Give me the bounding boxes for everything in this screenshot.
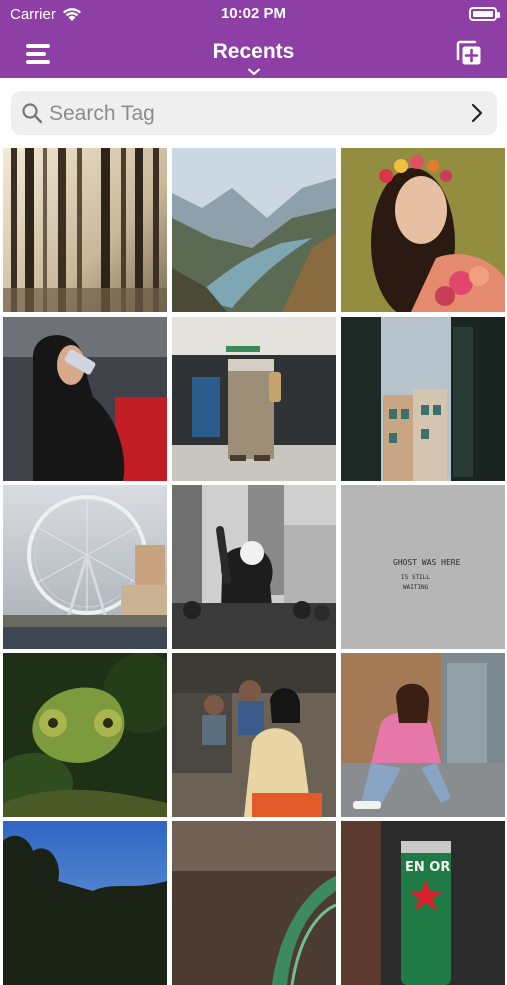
graffiti-line-3: WAITING — [403, 584, 429, 591]
photo-tile-doorway[interactable] — [172, 317, 336, 481]
photo-tile-london-eye[interactable] — [3, 485, 167, 649]
photo-tile-bridge-arch[interactable] — [172, 821, 336, 985]
graffiti-line-1: GHOST WAS HERE — [393, 558, 461, 567]
photo-tile-woman-pink[interactable] — [341, 653, 505, 817]
photo-tile-flower-crown[interactable] — [341, 148, 505, 312]
chevron-right-icon[interactable] — [471, 103, 483, 123]
graffiti-line-2: IS STILL — [401, 574, 430, 581]
photo-tile-street-buildings[interactable] — [341, 317, 505, 481]
status-bar: Carrier 10:02 PM — [0, 0, 507, 30]
battery-icon — [469, 7, 500, 21]
photo-tile-wall-graffiti[interactable]: GHOST WAS HERE IS STILL WAITING — [341, 485, 505, 649]
page-title: Recents — [212, 40, 295, 63]
photo-tile-beer-can[interactable]: EN OR — [341, 821, 505, 985]
can-label-text: EN OR — [405, 860, 450, 875]
photo-tile-trees-sky[interactable] — [3, 821, 167, 985]
photo-tile-mountain-river[interactable] — [172, 148, 336, 312]
search-tag-bar — [11, 91, 497, 135]
photo-tile-chameleon[interactable] — [3, 653, 167, 817]
navigation-bar: Recents — [0, 30, 507, 78]
photo-tile-protest-bw[interactable] — [172, 485, 336, 649]
add-to-collection-icon — [456, 40, 481, 65]
search-icon — [22, 103, 43, 124]
search-tag-input[interactable] — [47, 97, 451, 131]
add-collection-button[interactable] — [455, 39, 485, 69]
status-time: 10:02 PM — [220, 5, 287, 22]
chevron-down-icon — [247, 68, 260, 76]
photo-tile-forest[interactable] — [3, 148, 167, 312]
photo-tile-woman-phone[interactable] — [3, 317, 167, 481]
album-title-dropdown[interactable]: Recents — [0, 40, 507, 76]
photo-tile-woman-children[interactable] — [172, 653, 336, 817]
